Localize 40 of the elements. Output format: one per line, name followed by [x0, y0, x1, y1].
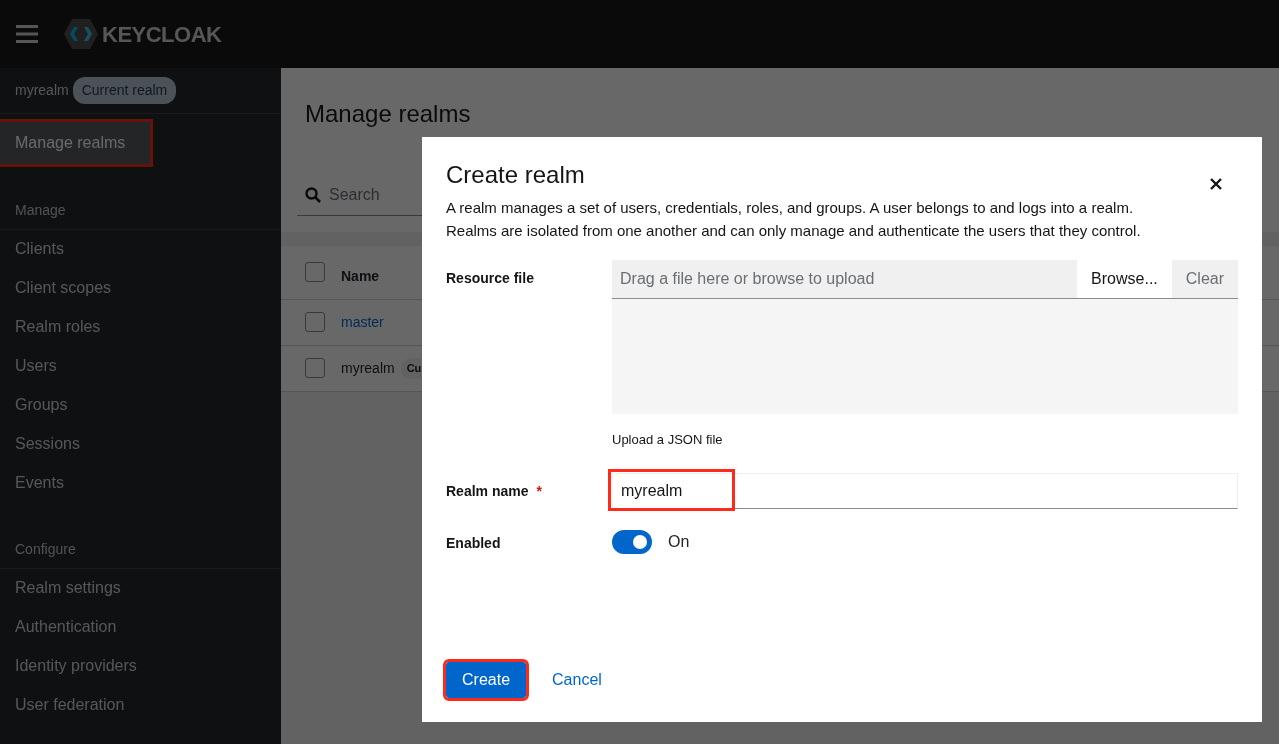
- logo-text: KEYCLOAK: [102, 20, 222, 49]
- header-checkbox[interactable]: [305, 262, 325, 283]
- dialog-title: Create realm: [446, 161, 585, 190]
- field-label: Realm name: [446, 483, 529, 500]
- sidebar-item[interactable]: Realm settings: [0, 569, 281, 608]
- sidebar-item[interactable]: Realm roles: [0, 308, 281, 347]
- realm-name: myrealm: [15, 81, 69, 100]
- helper-text: Upload a JSON file: [612, 430, 724, 449]
- realm-badge: Cu: [400, 358, 422, 379]
- sidebar-item[interactable]: Sessions: [0, 425, 281, 464]
- sidebar-item[interactable]: Events: [0, 464, 281, 503]
- dialog-description: A realm manages a set of users, credentials, roles, and groups. A user belongs to and logs into a realm. Realms are isolated from one another and can only manage and authenticate the users that they control.: [446, 197, 1142, 241]
- field-label: Resource file: [446, 268, 535, 288]
- realm-name-field[interactable]: myrealm: [612, 473, 1238, 510]
- table-cell-text: myrealm: [341, 358, 395, 378]
- sidebar-item[interactable]: Users: [0, 347, 281, 386]
- file-drop-field[interactable]: Drag a file here or browse to upload: [612, 259, 1078, 298]
- sidebar-item[interactable]: Manage realms: [0, 122, 150, 164]
- toggle-switch[interactable]: [612, 529, 652, 554]
- sidebar-item[interactable]: Identity providers: [0, 647, 281, 686]
- row-checkbox[interactable]: [305, 312, 325, 333]
- realm-badge: Current realm: [72, 77, 177, 104]
- sidebar-item[interactable]: Authentication: [0, 608, 281, 647]
- sidebar-item[interactable]: Groups: [0, 386, 281, 425]
- search-icon: [305, 186, 321, 203]
- create-button[interactable]: Create: [446, 662, 527, 698]
- row-checkbox[interactable]: [305, 358, 325, 379]
- realm-link[interactable]: master: [341, 311, 384, 333]
- clear-button[interactable]: Clear: [1171, 259, 1238, 298]
- sidebar-item[interactable]: Client scopes: [0, 269, 281, 308]
- cancel-link[interactable]: Cancel: [544, 662, 610, 698]
- column-header: Name: [341, 266, 380, 286]
- sidebar-item[interactable]: Clients: [0, 230, 281, 269]
- toggle-label: On: [668, 531, 690, 552]
- sidebar-item[interactable]: User federation: [0, 686, 281, 725]
- logo-icon: [64, 19, 98, 49]
- required-icon: *: [536, 483, 542, 500]
- field-label: Enabled: [446, 534, 502, 554]
- menu-icon[interactable]: [16, 25, 38, 43]
- browse-button[interactable]: Browse...: [1077, 259, 1172, 298]
